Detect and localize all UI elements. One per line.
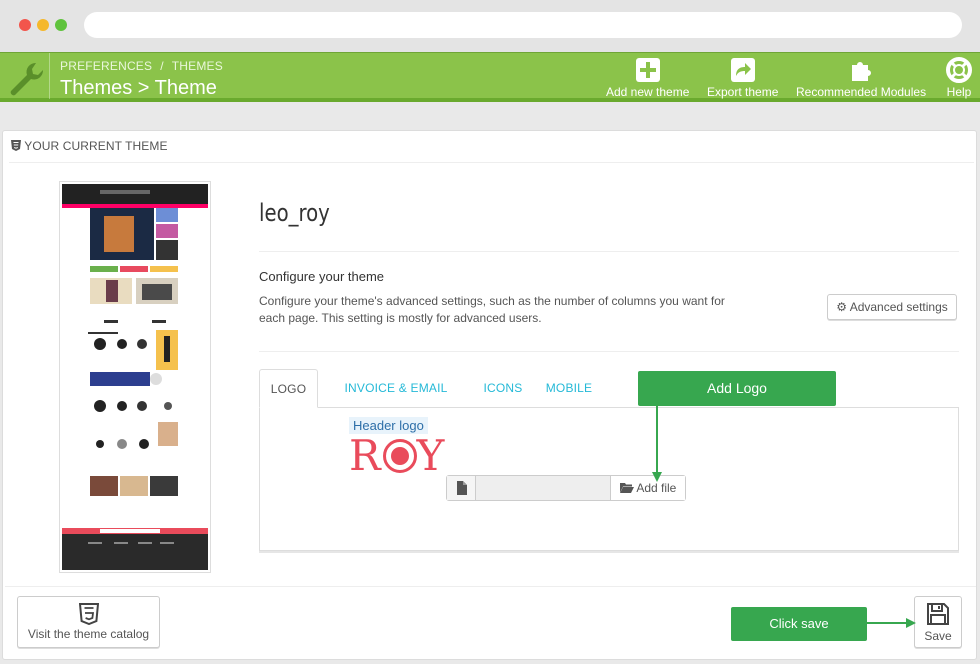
file-icon bbox=[457, 481, 467, 495]
add-file-label: Add file bbox=[636, 481, 677, 495]
theme-thumbnail bbox=[59, 181, 211, 573]
logo-letter-o bbox=[382, 439, 417, 473]
breadcrumb-themes[interactable]: THEMES bbox=[172, 59, 223, 73]
current-theme-panel: YOUR CURRENT THEME leo_roy Configure you… bbox=[2, 130, 977, 660]
divider bbox=[259, 351, 959, 352]
footer-divider bbox=[5, 586, 976, 587]
advanced-settings-label: Advanced settings bbox=[849, 300, 948, 314]
logo-letter-r: R bbox=[349, 431, 383, 480]
advanced-settings-button[interactable]: ⚙ Advanced settings bbox=[827, 294, 957, 320]
logo-file-upload: Add file bbox=[446, 475, 686, 501]
page-header: PREFERENCES / THEMES Themes > Theme Add ne… bbox=[0, 52, 980, 102]
window-minimize-dot[interactable] bbox=[37, 19, 49, 31]
configure-description: Configure your theme's advanced settings… bbox=[259, 294, 725, 325]
visit-theme-catalog-label: Visit the theme catalog bbox=[27, 627, 150, 641]
save-button[interactable]: Save bbox=[914, 596, 962, 648]
tab-logo[interactable]: LOGO bbox=[259, 369, 318, 408]
logo-letter-y: Y bbox=[416, 431, 447, 480]
export-theme-label: Export theme bbox=[707, 85, 779, 99]
html5-icon bbox=[78, 603, 99, 625]
lifebuoy-icon bbox=[946, 57, 972, 83]
theme-name: leo_roy bbox=[259, 199, 330, 227]
click-save-callout: Click save bbox=[731, 607, 867, 641]
theme-preview-image bbox=[62, 184, 208, 570]
plus-square-icon bbox=[635, 58, 660, 82]
share-icon bbox=[730, 58, 755, 82]
wrench-icon bbox=[10, 62, 44, 96]
floppy-disk-icon bbox=[927, 603, 949, 625]
address-bar[interactable] bbox=[84, 12, 962, 38]
panel-heading-text: YOUR CURRENT THEME bbox=[24, 139, 168, 153]
file-name-field[interactable] bbox=[476, 476, 610, 500]
gear-icon: ⚙ bbox=[836, 300, 848, 314]
add-file-button[interactable]: Add file bbox=[610, 476, 685, 500]
puzzle-icon bbox=[852, 62, 872, 81]
file-icon-box bbox=[447, 476, 476, 500]
recommended-modules-button[interactable]: Recommended Modules bbox=[796, 57, 926, 99]
tab-icons[interactable]: ICONS bbox=[475, 369, 531, 408]
configure-title: Configure your theme bbox=[259, 269, 385, 284]
add-logo-callout: Add Logo bbox=[638, 371, 836, 406]
breadcrumb-separator: / bbox=[160, 59, 164, 73]
save-label: Save bbox=[924, 629, 952, 643]
help-button[interactable]: Help bbox=[946, 57, 972, 99]
roy-logo: RY bbox=[349, 431, 446, 480]
page-title: Themes > Theme bbox=[60, 77, 217, 99]
tab-mobile[interactable]: MOBILE bbox=[539, 369, 599, 408]
add-new-theme-button[interactable]: Add new theme bbox=[606, 57, 689, 99]
breadcrumb: PREFERENCES / THEMES bbox=[60, 59, 223, 73]
export-theme-button[interactable]: Export theme bbox=[707, 57, 778, 99]
heading-divider bbox=[9, 162, 974, 163]
breadcrumb-preferences[interactable]: PREFERENCES bbox=[60, 59, 152, 73]
tab-invoice-email-logos[interactable]: INVOICE & EMAIL LOGOS bbox=[325, 369, 467, 433]
divider bbox=[259, 251, 959, 252]
window-close-dot[interactable] bbox=[19, 19, 31, 31]
browser-chrome bbox=[0, 0, 980, 52]
panel-heading: YOUR CURRENT THEME bbox=[11, 139, 168, 153]
recommended-modules-label: Recommended Modules bbox=[796, 85, 927, 99]
folder-open-icon bbox=[619, 481, 637, 495]
help-label: Help bbox=[946, 85, 972, 99]
window-maximize-dot[interactable] bbox=[55, 19, 67, 31]
add-new-theme-label: Add new theme bbox=[606, 85, 690, 99]
visit-theme-catalog-button[interactable]: Visit the theme catalog bbox=[17, 596, 160, 648]
header-separator bbox=[49, 53, 50, 99]
html5-icon bbox=[11, 140, 21, 151]
